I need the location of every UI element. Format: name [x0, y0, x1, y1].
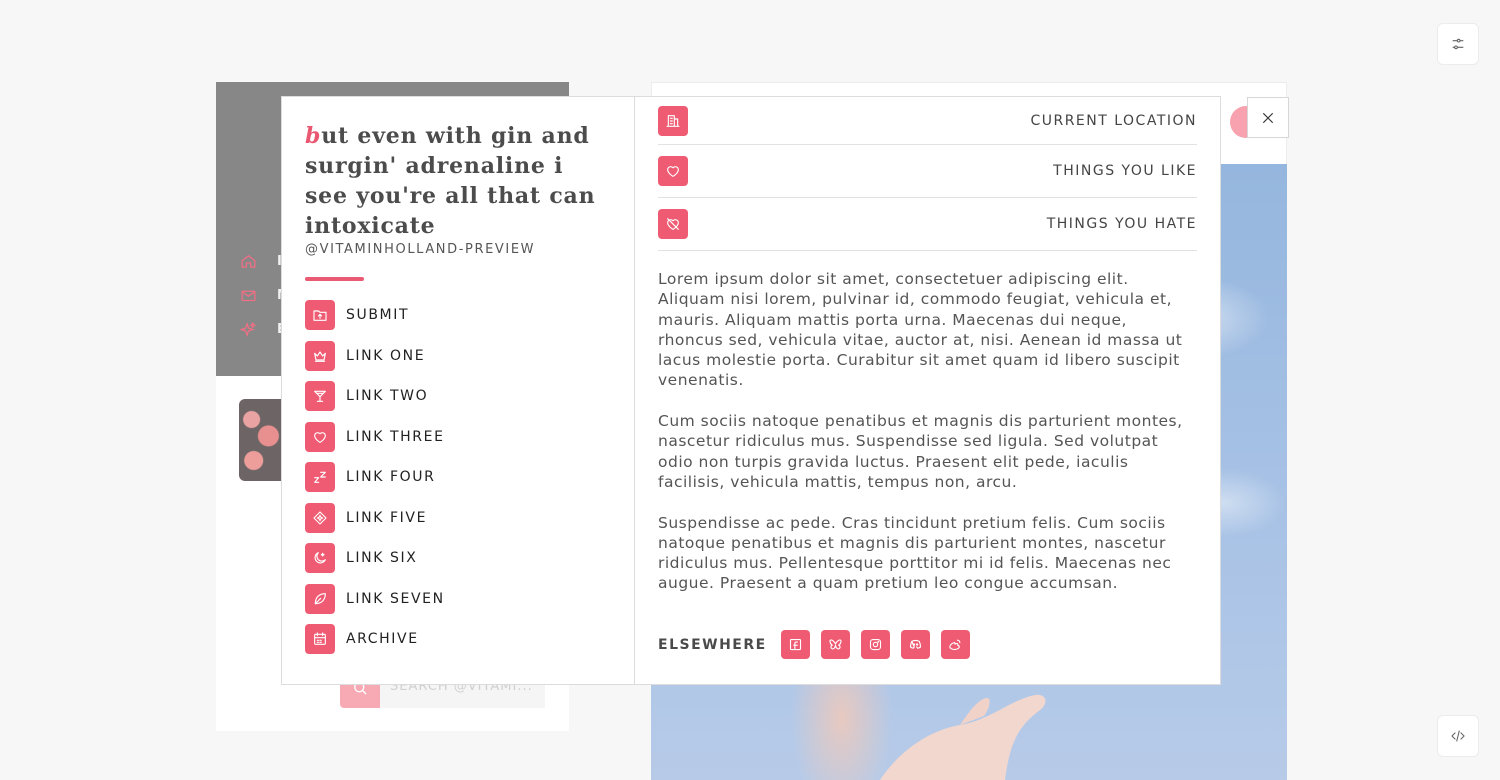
info-row-location: CURRENT LOCATION [658, 97, 1197, 145]
menu-label: LINK THREE [346, 428, 445, 445]
sleep-icon [305, 462, 335, 492]
heart-icon [305, 421, 335, 452]
crown-icon [305, 340, 335, 371]
menu-item-link-five[interactable]: LINK FIVE [305, 502, 611, 533]
menu-label: ARCHIVE [346, 631, 419, 647]
accent-divider [305, 277, 364, 281]
menu-label: SUBMIT [346, 307, 410, 323]
menu-label: LINK FIVE [346, 509, 428, 526]
modal-right-column: CURRENT LOCATION THINGS YOU LIKE THINGS … [635, 97, 1220, 684]
sliders-icon [1452, 38, 1464, 50]
weibo-icon [949, 639, 961, 651]
facebook-icon [789, 638, 801, 651]
butterfly-link[interactable] [820, 630, 850, 659]
close-modal-button[interactable] [1247, 97, 1289, 138]
quote-text: ut even with gin and surgin' adrenaline … [305, 123, 596, 239]
heart-crossed-icon [658, 209, 688, 239]
menu-item-link-four[interactable]: LINK FOUR [305, 462, 611, 492]
menu-label: LINK SIX [346, 550, 418, 566]
info-label: THINGS YOU HATE [1046, 216, 1197, 232]
info-modal: but even with gin and surgin' adrenaline… [281, 96, 1221, 685]
menu-item-link-six[interactable]: LINK SIX [305, 543, 611, 573]
elsewhere-links: ELSEWHERE [658, 630, 981, 659]
menu-label: LINK FOUR [346, 469, 436, 485]
home-icon [241, 255, 256, 268]
bg-nav-item-home[interactable]: I [240, 253, 282, 270]
discord-link[interactable] [900, 630, 930, 659]
menu-item-link-seven[interactable]: LINK SEVEN [305, 583, 611, 614]
facebook-link[interactable] [780, 630, 810, 659]
header-quote: but even with gin and surgin' adrenaline… [305, 121, 611, 241]
menu-label: LINK TWO [346, 388, 429, 404]
calendar-icon [305, 624, 335, 654]
sparkle-icon [240, 321, 257, 338]
menu-item-link-one[interactable]: LINK ONE [305, 340, 611, 371]
menu-item-submit[interactable]: SUBMIT [305, 300, 611, 330]
info-label: CURRENT LOCATION [1030, 112, 1197, 129]
menu-item-link-three[interactable]: LINK THREE [305, 421, 611, 452]
heart-icon [658, 156, 688, 186]
menu-item-link-two[interactable]: LINK TWO [305, 381, 611, 411]
background-thumbnail [239, 399, 281, 481]
menu-label: LINK ONE [346, 347, 426, 364]
code-icon [1451, 730, 1465, 742]
bg-nav-item-sparkle[interactable]: E [240, 321, 286, 338]
butterfly-icon [829, 639, 842, 650]
menu-item-archive[interactable]: ARCHIVE [305, 624, 611, 654]
cocktail-icon [305, 381, 335, 411]
discord-icon [909, 639, 921, 649]
mail-icon [241, 290, 256, 302]
instagram-icon [869, 638, 881, 651]
bio-paragraph: Suspendisse ac pede. Cras tincidunt pret… [658, 513, 1172, 593]
diamond-star-icon [305, 502, 335, 533]
upload-folder-icon [305, 300, 335, 330]
building-icon [658, 105, 688, 136]
bio-paragraph: Cum sociis natoque penatibus et magnis d… [658, 412, 1183, 491]
bio-text: Lorem ipsum dolor sit amet, consectetuer… [658, 269, 1197, 594]
close-icon [1262, 112, 1274, 123]
weibo-link[interactable] [940, 630, 970, 659]
link-menu: SUBMIT LINK ONE LINK TWO LINK THREE LINK… [305, 300, 611, 654]
moon-icon [305, 543, 335, 573]
info-row-likes: THINGS YOU LIKE [658, 145, 1197, 198]
customize-button[interactable] [1437, 23, 1479, 65]
hand-image [880, 694, 1046, 780]
blog-handle: @VITAMINHOLLAND-PREVIEW [305, 242, 536, 257]
modal-left-column: but even with gin and surgin' adrenaline… [282, 97, 635, 684]
info-row-hates: THINGS YOU HATE [658, 198, 1197, 251]
leaf-icon [305, 583, 335, 614]
info-label: THINGS YOU LIKE [1053, 163, 1197, 179]
instagram-link[interactable] [860, 630, 890, 659]
bio-paragraph: Lorem ipsum dolor sit amet, consectetuer… [658, 270, 1183, 390]
menu-label: LINK SEVEN [346, 590, 445, 607]
elsewhere-label: ELSEWHERE [658, 636, 767, 653]
view-code-button[interactable] [1437, 715, 1479, 757]
quote-first-letter: b [305, 123, 322, 149]
